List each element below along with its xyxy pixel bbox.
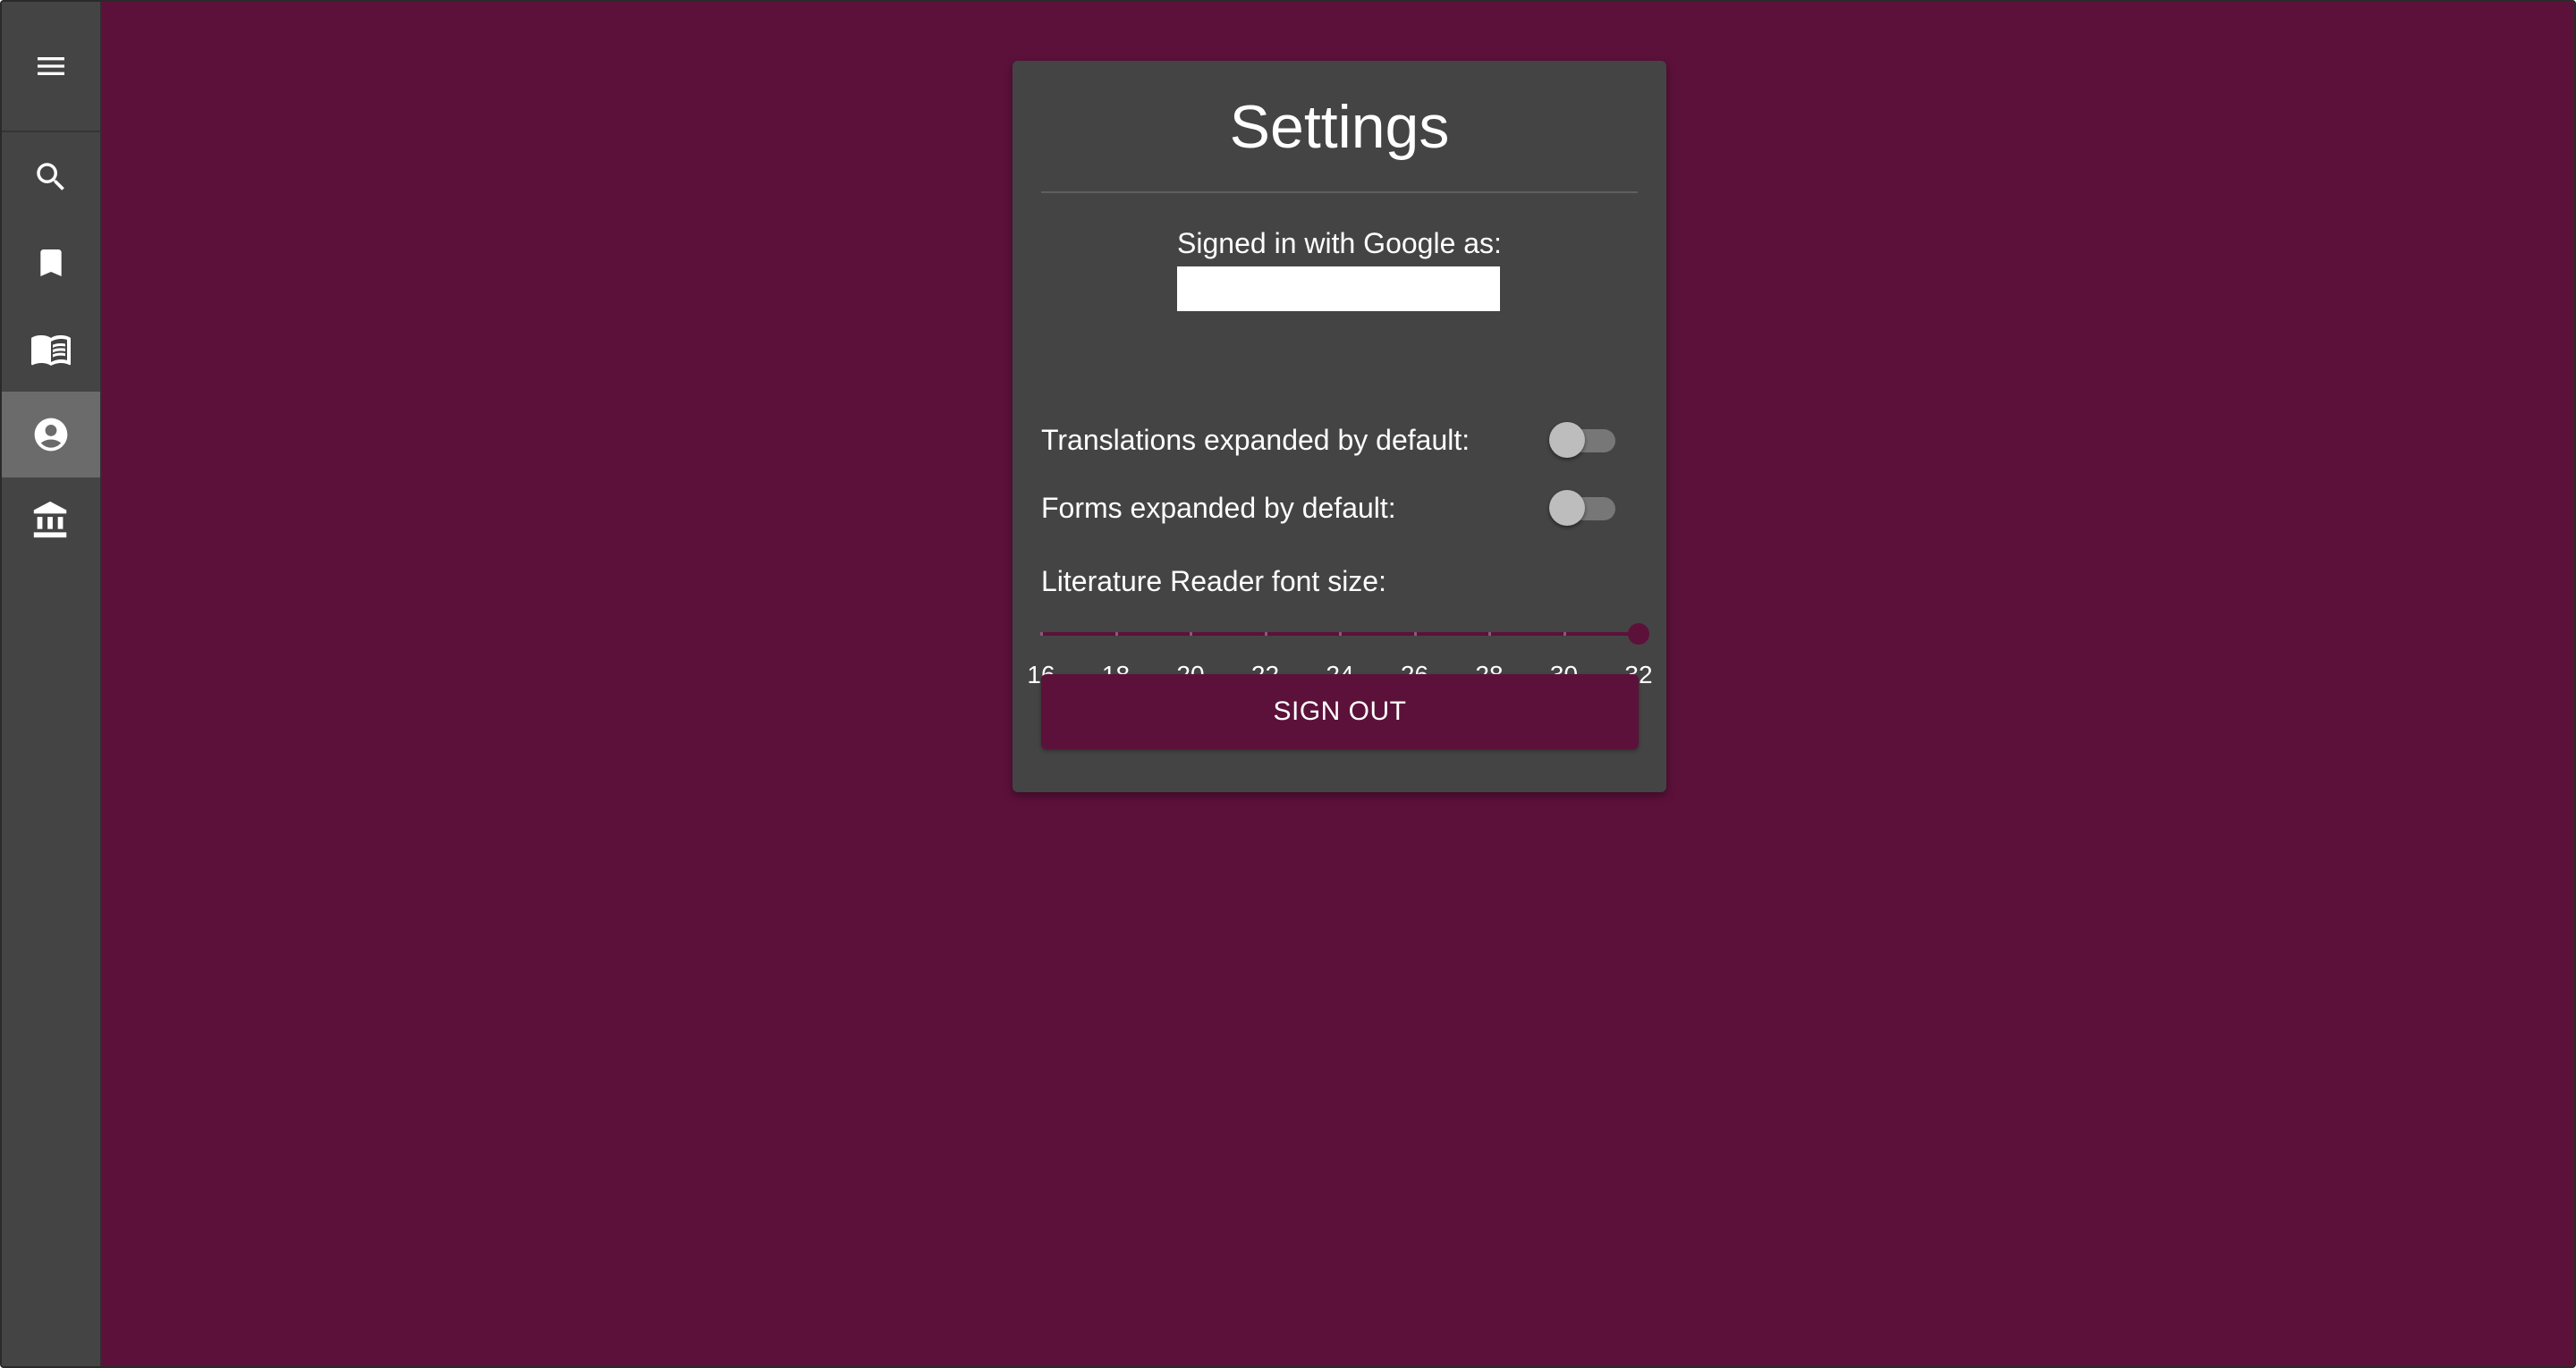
toggle-knob [1549, 422, 1585, 458]
toggle-knob [1549, 490, 1585, 526]
institution-icon [33, 501, 67, 538]
translations-expanded-label: Translations expanded by default: [1041, 424, 1470, 456]
book-open-icon [31, 335, 71, 366]
slider-thumb[interactable] [1628, 623, 1649, 645]
menu-button[interactable] [2, 2, 100, 132]
sidebar-item-account[interactable] [2, 392, 100, 477]
settings-card: Settings Signed in with Google as: Trans… [1013, 61, 1666, 792]
search-icon [37, 163, 64, 190]
menu-icon [38, 57, 64, 75]
bookmark-icon [40, 249, 62, 276]
slider-tick [1339, 632, 1342, 636]
account-email-field [1177, 266, 1500, 311]
signed-in-label: Signed in with Google as: [1177, 227, 1502, 259]
slider-tick [1264, 632, 1267, 636]
sidebar [2, 2, 102, 1366]
slider-tick [1563, 632, 1566, 636]
sidebar-item-reader[interactable] [2, 306, 100, 392]
forms-expanded-label: Forms expanded by default: [1041, 492, 1396, 524]
account-circle-icon [34, 418, 68, 452]
slider-tick [1190, 632, 1192, 636]
slider-tick [1114, 632, 1118, 636]
slider-tick [1488, 632, 1491, 636]
page-title: Settings [1229, 93, 1450, 161]
forms-expanded-toggle[interactable] [1549, 485, 1617, 526]
slider-tick [1413, 632, 1417, 636]
app-window: Settings Signed in with Google as: Trans… [0, 0, 2576, 1368]
translations-expanded-toggle[interactable] [1549, 417, 1617, 458]
slider-tick [1040, 632, 1043, 636]
sign-out-button[interactable]: SIGN OUT [1041, 674, 1639, 749]
sidebar-item-search[interactable] [2, 134, 100, 220]
sidebar-item-bookmarks[interactable] [2, 220, 100, 306]
sidebar-item-institution[interactable] [2, 477, 100, 563]
title-divider [1041, 191, 1638, 193]
